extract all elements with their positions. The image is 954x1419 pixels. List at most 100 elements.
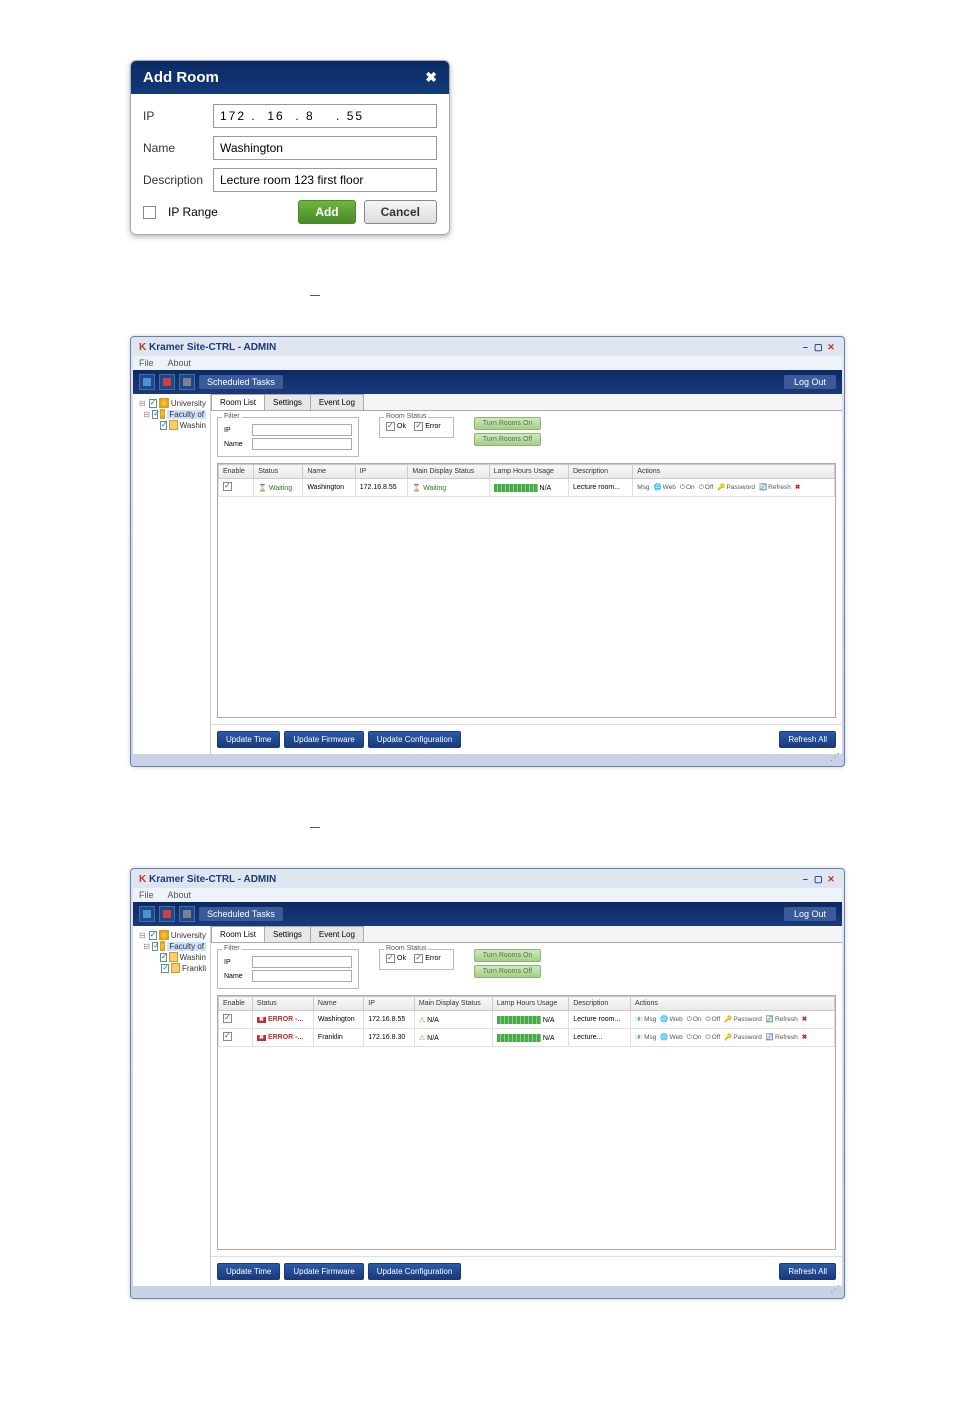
- filter-ip-input[interactable]: [252, 424, 352, 436]
- close-window-icon[interactable]: ✕: [826, 874, 836, 885]
- tree-checkbox[interactable]: [160, 953, 168, 962]
- password-action[interactable]: 🔑Password: [724, 1034, 762, 1041]
- column-header[interactable]: IP: [364, 997, 415, 1011]
- tool-icon-2[interactable]: [159, 906, 175, 922]
- maximize-icon[interactable]: ▢: [813, 342, 823, 353]
- column-header[interactable]: Status: [252, 997, 313, 1011]
- delete-action[interactable]: ✖: [802, 1016, 807, 1023]
- column-header[interactable]: Enable: [219, 465, 254, 479]
- close-icon[interactable]: ✖: [425, 69, 437, 86]
- error-checkbox[interactable]: [414, 954, 423, 963]
- tool-icon-2[interactable]: [159, 374, 175, 390]
- tab-room-list[interactable]: Room List: [211, 394, 265, 410]
- web-action[interactable]: 🌐Web: [660, 1034, 682, 1041]
- update-time-button[interactable]: Update Time: [217, 1263, 280, 1280]
- filter-name-input[interactable]: [252, 438, 352, 450]
- column-header[interactable]: Lamp Hours Usage: [492, 997, 568, 1011]
- web-action[interactable]: 🌐Web: [660, 1016, 682, 1023]
- tree-checkbox[interactable]: [161, 964, 169, 973]
- enable-checkbox[interactable]: [223, 482, 232, 491]
- tab-event-log[interactable]: Event Log: [310, 394, 364, 410]
- web-action[interactable]: 🌐Web: [653, 484, 675, 491]
- turn-rooms-off-button[interactable]: Turn Rooms Off: [474, 433, 542, 446]
- update-time-button[interactable]: Update Time: [217, 731, 280, 748]
- off-action[interactable]: ⏻Off: [706, 1034, 721, 1041]
- menu-file[interactable]: File: [139, 890, 154, 900]
- minimize-icon[interactable]: –: [800, 342, 810, 352]
- maximize-icon[interactable]: ▢: [813, 874, 823, 885]
- column-header[interactable]: Actions: [630, 997, 834, 1011]
- update-config-button[interactable]: Update Configuration: [368, 731, 462, 748]
- logout-button[interactable]: Log Out: [784, 375, 836, 389]
- name-input[interactable]: [213, 136, 437, 160]
- delete-action[interactable]: ✖: [802, 1034, 807, 1041]
- tool-icon-save[interactable]: [179, 906, 195, 922]
- refresh-all-button[interactable]: Refresh All: [779, 731, 836, 748]
- tab-settings[interactable]: Settings: [264, 926, 311, 942]
- on-action[interactable]: ⏻On: [687, 1034, 702, 1041]
- tool-icon-1[interactable]: [139, 906, 155, 922]
- tree-node[interactable]: ⊟University: [137, 930, 206, 940]
- update-firmware-button[interactable]: Update Firmware: [284, 731, 363, 748]
- description-input[interactable]: [213, 168, 437, 192]
- refresh-action[interactable]: 🔄Refresh: [759, 484, 791, 491]
- turn-rooms-on-button[interactable]: Turn Rooms On: [474, 417, 542, 430]
- tree-node[interactable]: ⊟Faculty of: [137, 941, 206, 951]
- add-button[interactable]: Add: [298, 200, 355, 224]
- refresh-all-button[interactable]: Refresh All: [779, 1263, 836, 1280]
- tree-checkbox[interactable]: [149, 399, 158, 408]
- minimize-icon[interactable]: –: [800, 874, 810, 884]
- msg-action[interactable]: 📧Msg: [635, 1034, 656, 1041]
- tool-icon-1[interactable]: [139, 374, 155, 390]
- filter-ip-input[interactable]: [252, 956, 352, 968]
- msg-action[interactable]: Msg: [637, 484, 649, 491]
- on-action[interactable]: ⏻On: [680, 484, 695, 491]
- off-action[interactable]: ⏻Off: [706, 1016, 721, 1023]
- msg-action[interactable]: 📧Msg: [635, 1016, 656, 1023]
- enable-checkbox[interactable]: [223, 1014, 232, 1023]
- tree-node[interactable]: ⊟Faculty of: [137, 409, 206, 419]
- tree-node[interactable]: ⊟University: [137, 398, 206, 408]
- column-header[interactable]: Description: [569, 997, 631, 1011]
- ip-input[interactable]: [213, 104, 437, 128]
- password-action[interactable]: 🔑Password: [724, 1016, 762, 1023]
- tree-node[interactable]: Washin: [137, 952, 206, 962]
- ok-checkbox[interactable]: [386, 422, 395, 431]
- tool-icon-save[interactable]: [179, 374, 195, 390]
- scheduled-tasks-label[interactable]: Scheduled Tasks: [199, 907, 283, 921]
- column-header[interactable]: Actions: [633, 465, 835, 479]
- tree-node[interactable]: Frankli: [137, 963, 206, 973]
- password-action[interactable]: 🔑Password: [717, 484, 755, 491]
- filter-name-input[interactable]: [252, 970, 352, 982]
- logout-button[interactable]: Log Out: [784, 907, 836, 921]
- tree-node[interactable]: Washin: [137, 420, 206, 430]
- tab-event-log[interactable]: Event Log: [310, 926, 364, 942]
- column-header[interactable]: Description: [568, 465, 632, 479]
- resize-grip[interactable]: ⋰: [133, 754, 842, 764]
- resize-grip[interactable]: ⋰: [133, 1286, 842, 1296]
- turn-rooms-on-button[interactable]: Turn Rooms On: [474, 949, 542, 962]
- tab-room-list[interactable]: Room List: [211, 926, 265, 942]
- tree-checkbox[interactable]: [160, 421, 168, 430]
- ok-checkbox[interactable]: [386, 954, 395, 963]
- error-checkbox[interactable]: [414, 422, 423, 431]
- tree-checkbox[interactable]: [149, 931, 158, 940]
- cancel-button[interactable]: Cancel: [364, 200, 437, 224]
- update-firmware-button[interactable]: Update Firmware: [284, 1263, 363, 1280]
- menu-file[interactable]: File: [139, 358, 154, 368]
- column-header[interactable]: IP: [355, 465, 408, 479]
- off-action[interactable]: ⏻Off: [699, 484, 714, 491]
- scheduled-tasks-label[interactable]: Scheduled Tasks: [199, 375, 283, 389]
- column-header[interactable]: Name: [303, 465, 355, 479]
- delete-action[interactable]: ✖: [795, 484, 800, 491]
- on-action[interactable]: ⏻On: [687, 1016, 702, 1023]
- tree-checkbox[interactable]: [152, 942, 158, 951]
- iprange-checkbox[interactable]: [143, 206, 156, 219]
- enable-checkbox[interactable]: [223, 1032, 232, 1041]
- update-config-button[interactable]: Update Configuration: [368, 1263, 462, 1280]
- turn-rooms-off-button[interactable]: Turn Rooms Off: [474, 965, 542, 978]
- column-header[interactable]: Enable: [219, 997, 253, 1011]
- column-header[interactable]: Name: [313, 997, 363, 1011]
- refresh-action[interactable]: 🔄Refresh: [766, 1016, 798, 1023]
- column-header[interactable]: Status: [254, 465, 303, 479]
